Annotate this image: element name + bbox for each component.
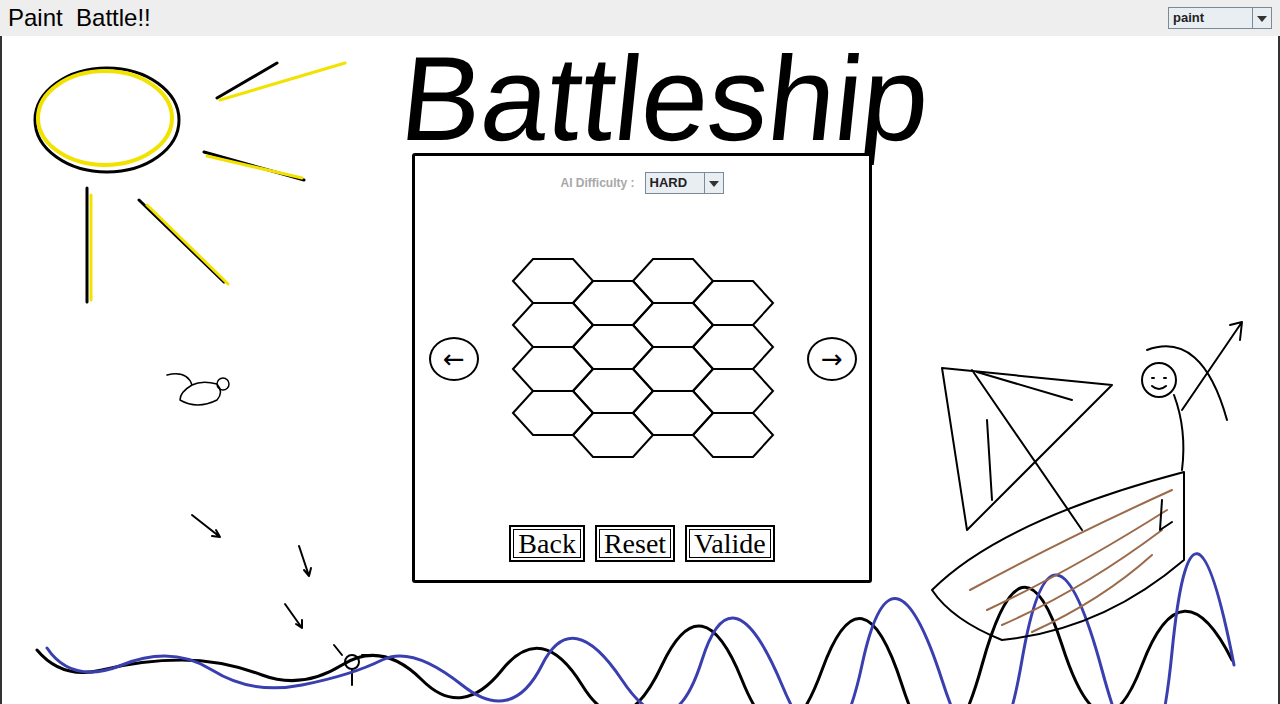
mode-value: paint — [1169, 8, 1252, 28]
dialog-button[interactable]: Valide — [685, 525, 775, 562]
bird-icon — [167, 374, 221, 405]
prev-button[interactable]: ← — [429, 337, 479, 381]
next-button[interactable]: → — [807, 337, 857, 381]
dropdown-arrow-icon — [1252, 8, 1271, 28]
top-bar: Paint Battle!! paint — [0, 0, 1280, 36]
app-title: Paint Battle!! — [8, 4, 151, 32]
paint-canvas[interactable]: Battleship AI Difficulty : HARD ← → Back… — [0, 36, 1280, 704]
difficulty-row: AI Difficulty : HARD — [561, 172, 724, 194]
battleship-title: Battleship — [396, 38, 936, 158]
dropdown-arrow-icon — [704, 173, 723, 193]
board-row: ← → — [425, 194, 859, 525]
sun-icon — [35, 68, 179, 172]
difficulty-label: AI Difficulty : — [561, 176, 635, 190]
mode-dropdown[interactable]: paint — [1168, 7, 1272, 29]
dialog-buttons: Back Reset Valide — [509, 525, 774, 562]
dialog-button[interactable]: Back — [509, 525, 585, 562]
difficulty-dropdown[interactable]: HARD — [645, 172, 724, 194]
wave-black — [37, 587, 1232, 704]
setup-dialog: AI Difficulty : HARD ← → Back Reset Valide — [412, 153, 872, 583]
difficulty-value: HARD — [646, 173, 704, 193]
paint-battle-app: Paint Battle!! paint Battleship AI Diffi… — [0, 0, 1280, 704]
dialog-button[interactable]: Reset — [595, 525, 675, 562]
boat-icon — [932, 322, 1242, 640]
hex-map-icon[interactable] — [508, 254, 778, 464]
